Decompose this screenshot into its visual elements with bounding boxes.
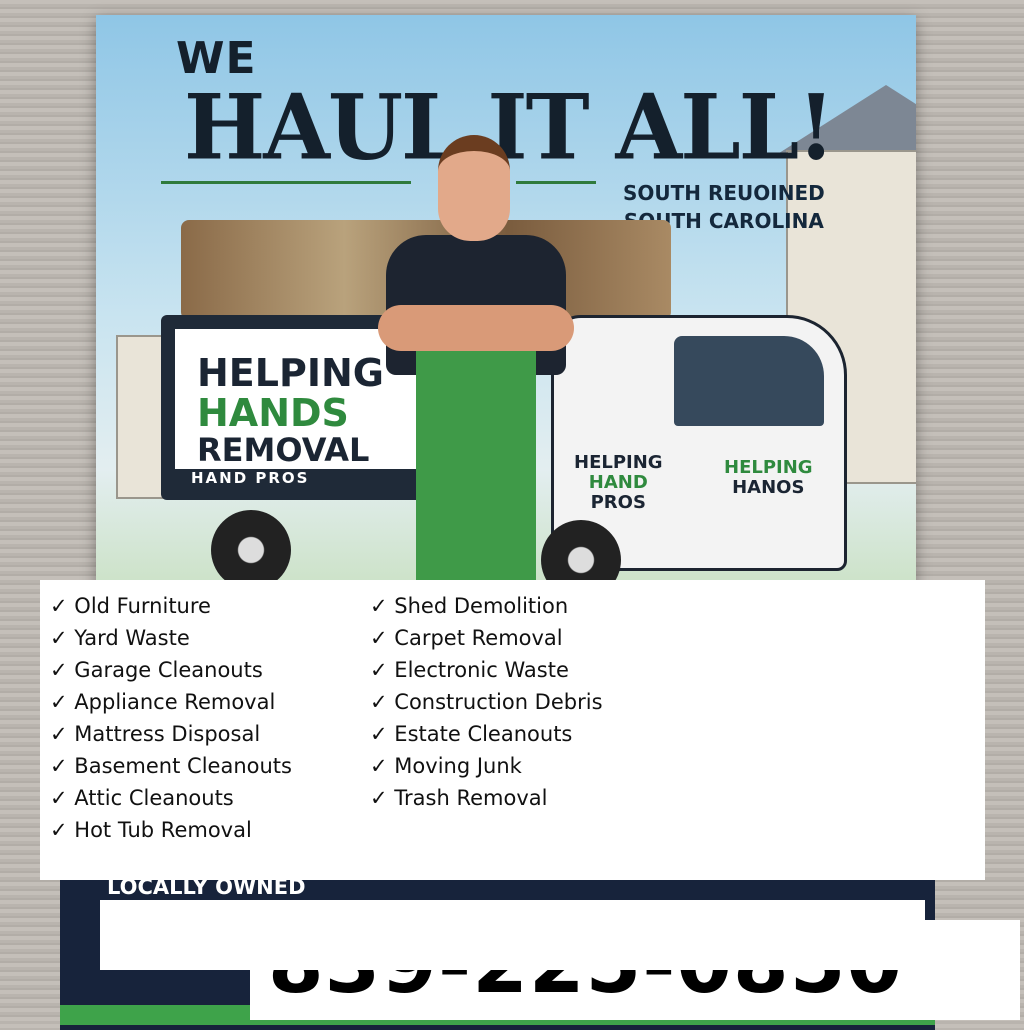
check-icon: ✓ [50,690,68,714]
truck-door-line1: HELPING [574,452,663,473]
truck-door-line3: PROS [590,492,646,513]
service-item: ✓ Estate Cleanouts [370,718,603,750]
services-checklist: ✓ Old Furniture ✓ Yard Waste ✓ Garage Clea… [40,580,985,880]
check-icon: ✓ [50,786,68,810]
service-label: Shed Demolition [394,594,569,618]
service-label: Old Furniture [74,594,211,618]
service-label: Carpet Removal [394,626,563,650]
check-icon: ✓ [370,754,388,778]
service-item: ✓ Construction Debris [370,686,603,718]
service-item: ✓ Shed Demolition [370,590,603,622]
service-label: Attic Cleanouts [74,786,234,810]
service-label: Appliance Removal [74,690,276,714]
phone-number[interactable]: 839-225-0850 [268,970,903,1011]
truck-hood-line1: HELPING [724,457,813,478]
service-item: ✓ Garage Cleanouts [50,654,292,686]
check-icon: ✓ [370,658,388,682]
truck-hood-text: HELPING HANOS [724,458,813,498]
service-label: Construction Debris [394,690,603,714]
check-icon: ✓ [50,722,68,746]
service-item: ✓ Carpet Removal [370,622,603,654]
crossed-arms [378,305,574,351]
check-icon: ✓ [50,626,68,650]
check-icon: ✓ [50,594,68,618]
subtitle-line1: SOUTH REUOINED [623,181,825,205]
check-icon: ✓ [370,690,388,714]
service-item: ✓ Basement Cleanouts [50,750,292,782]
truck-door-line2: HAND [588,472,648,493]
wheel [211,510,291,590]
service-label: Estate Cleanouts [394,722,573,746]
service-item: ✓ Old Furniture [50,590,292,622]
service-label: Moving Junk [394,754,522,778]
check-icon: ✓ [50,818,68,842]
check-icon: ✓ [370,786,388,810]
service-label: Mattress Disposal [74,722,261,746]
check-icon: ✓ [370,594,388,618]
service-label: Trash Removal [394,786,548,810]
check-icon: ✓ [370,626,388,650]
head [438,135,510,241]
service-item: ✓ Electronic Waste [370,654,603,686]
check-icon: ✓ [370,722,388,746]
divider [161,181,411,184]
check-icon: ✓ [50,754,68,778]
check-icon: ✓ [50,658,68,682]
service-label: Yard Waste [74,626,190,650]
truck-box-line2: HANDS [197,391,349,435]
service-item: ✓ Hot Tub Removal [50,814,292,846]
service-label: Basement Cleanouts [74,754,292,778]
truck-door-text: HELPING HAND PROS [574,453,663,513]
truck-box-line4: HAND PROS [191,469,310,487]
overalls [416,335,536,605]
service-item: ✓ Yard Waste [50,622,292,654]
service-item: ✓ Mattress Disposal [50,718,292,750]
service-item: ✓ Trash Removal [370,782,603,814]
services-left-column: ✓ Old Furniture ✓ Yard Waste ✓ Garage Clea… [50,590,292,846]
windshield [674,336,824,426]
service-label: Electronic Waste [394,658,569,682]
worker-figure [378,135,574,605]
services-right-column: ✓ Shed Demolition ✓ Carpet Removal ✓ Elect… [370,590,603,814]
truck-box-line3: REMOVAL [197,431,370,469]
service-item: ✓ Attic Cleanouts [50,782,292,814]
truck-box-line1: HELPING [197,351,384,395]
phone-clip: 839-225-0850 [250,970,1020,1020]
service-label: Garage Cleanouts [74,658,263,682]
service-label: Hot Tub Removal [74,818,252,842]
service-item: ✓ Moving Junk [370,750,603,782]
service-item: ✓ Appliance Removal [50,686,292,718]
truck-hood-line2: HANOS [732,477,805,498]
